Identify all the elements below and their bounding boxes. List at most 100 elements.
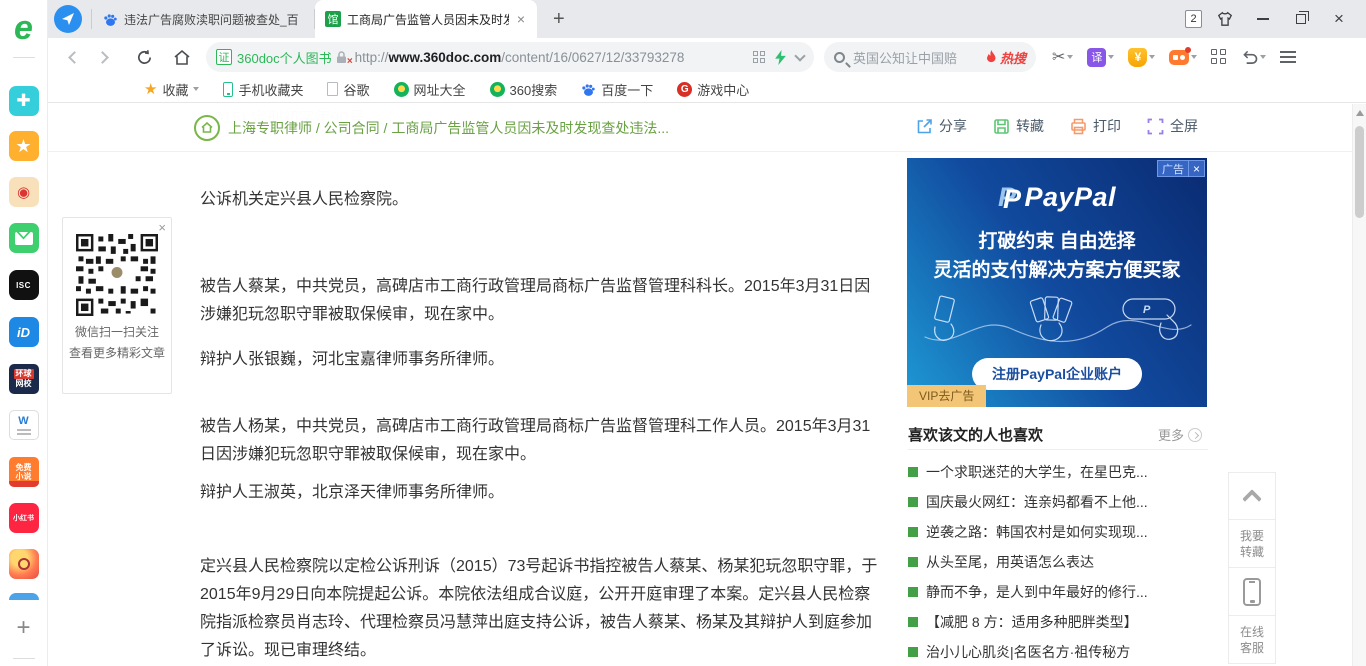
online-service-button[interactable]: 在线 客服 [1228,616,1276,664]
tab-360doc-article[interactable]: 馆 工商局广告监管人员因未及时发 × [315,0,537,38]
bookmark-label: 网址大全 [413,82,466,98]
minimize-button[interactable] [1248,5,1278,33]
scrollbar-thumb[interactable] [1355,126,1364,218]
sidebar-school-icon[interactable]: 环球 网校 [8,364,39,394]
wechat-qr-panel: × 微信扫一扫关注 查看更多精彩文章 [62,217,172,394]
paypal-ad-banner[interactable]: 广告 × P P PayPal 打破约束 自由选择 灵活的支付解决方案方便买家 P … [907,158,1207,407]
tab-baidu-result[interactable]: 违法广告腐败渎职问题被查处_百 [92,0,314,38]
fullscreen-button[interactable]: 全屏 [1147,116,1198,136]
floating-widget: 我要 转藏 在线 客服 [1228,472,1276,664]
related-item[interactable]: 【减肥 8 方：适用多种肥胖类型】 [908,607,1208,637]
refresh-button[interactable] [128,42,160,72]
id-label: iD [17,324,30,340]
ad-close-icon[interactable]: × [1189,162,1204,176]
bookmark-google[interactable]: 谷歌 [327,80,370,99]
related-item[interactable]: 逆袭之路：韩国农村是如何实现现... [908,517,1208,547]
scroll-up-arrow[interactable] [1355,110,1364,116]
ad-label: 广告 [1158,160,1189,177]
lightning-icon[interactable] [775,49,786,65]
theme-shirt-icon[interactable] [1210,5,1240,33]
nav-compass-button[interactable] [54,5,82,33]
sidebar-novel-icon[interactable]: 免费 小说 [8,457,39,487]
restore-button[interactable] [1286,5,1316,33]
save-line1: 我要 [1239,528,1264,543]
related-item[interactable]: 从头至尾，用英语怎么表达 [908,547,1208,577]
wallet-button[interactable]: ¥ [1128,47,1156,67]
related-more-link[interactable]: 更多 [1158,425,1203,444]
screenshot-button[interactable]: ✂ [1052,47,1074,67]
sidebar-partial-icon[interactable] [8,593,39,600]
bookmark-baidu[interactable]: 百度一下 [581,80,653,99]
sidebar-favorites-icon[interactable]: ★ [8,131,39,161]
menu-button[interactable] [1280,51,1297,63]
related-item[interactable]: 一个求职迷茫的大学生，在星巴克... [908,457,1208,487]
sidebar-weibo-icon[interactable]: ◉ [8,177,39,207]
caret-icon [1108,55,1115,59]
print-button[interactable]: 打印 [1070,116,1121,136]
related-item[interactable]: 治小儿心肌炎|名医名方·祖传秘方 [908,637,1208,666]
breadcrumb-home-icon[interactable] [194,114,220,141]
back-to-top-button[interactable] [1228,472,1276,520]
vip-remove-ads-button[interactable]: VIP去广告 [907,385,987,407]
novel-line1: 免费 [15,463,32,472]
breadcrumb-item[interactable]: 公司合同 [312,120,380,136]
url-path: /content/16/0627/12/33793278 [501,49,685,65]
chevron-down-icon[interactable] [794,49,806,62]
article-paragraph: 定兴县人民检察院以定检公诉刑诉（2015）73号起诉书指控被告人蔡某、杨某犯玩忽… [200,558,878,659]
mobile-app-button[interactable] [1228,568,1276,616]
scissors-icon: ✂ [1052,49,1066,66]
close-tab-icon[interactable]: × [515,11,527,27]
bookmark-favorites[interactable]: ★ 收藏 [144,80,200,99]
close-button[interactable]: × [1324,5,1354,33]
sidebar-add-button[interactable]: + [16,615,30,641]
home-button[interactable] [166,42,198,72]
related-item[interactable]: 国庆最火网红：连亲妈都看不上他... [908,487,1208,517]
forward-button[interactable] [88,42,120,72]
save-button[interactable]: 转藏 [993,116,1044,136]
bullet-icon [908,617,918,627]
notification-dot [1185,46,1192,53]
ad-tag: 广告 × [1156,160,1205,177]
bookmark-game-center[interactable]: G 游戏中心 [677,80,749,99]
page-scrollbar[interactable] [1352,104,1366,666]
related-divider [908,449,1208,450]
article-paragraph: 被告人杨某，中共党员，高碑店市工商行政管理局商标广告监督管理科工作人员。2015… [200,418,871,463]
sidebar-isc-icon[interactable]: ISC [8,270,39,300]
breadcrumb-item[interactable]: 工商局广告监管人员因未及时发现查处违法... [380,120,669,136]
gamepad-icon [1169,46,1192,65]
new-tab-button[interactable]: + [547,8,571,31]
360-search-icon [489,81,505,97]
ad-cta-button[interactable]: 注册PayPal企业账户 [972,358,1142,390]
bookmark-label: 收藏 [162,82,189,98]
article-paragraph: 公诉机关定兴县人民检察院。 [200,191,409,208]
sidebar-mail-icon[interactable] [8,223,39,253]
hot-search-link[interactable]: 热搜 [986,48,1026,67]
translate-button[interactable]: 译 [1087,47,1115,67]
back-button[interactable] [56,42,88,72]
save-article-button[interactable]: 我要 转藏 [1228,520,1276,568]
qr-toolbar-icon[interactable] [753,51,765,63]
bookmark-site-nav[interactable]: 网址大全 [393,80,466,99]
bookmark-360-search[interactable]: 360搜索 [489,80,557,99]
games-button[interactable] [1169,46,1198,65]
apps-button[interactable] [1211,49,1227,65]
page-icon [327,82,339,96]
page-actions: 分享 转藏 打印 全屏 [916,116,1198,136]
tab-count-badge[interactable]: 2 [1185,10,1202,28]
url-host: www.360doc.com [388,49,502,65]
sidebar-word-icon[interactable]: W [8,410,39,440]
related-item[interactable]: 静而不争，是人到中年最好的修行... [908,577,1208,607]
undo-button[interactable] [1241,50,1267,65]
sidebar-game-icon[interactable] [8,549,39,579]
window-controls: 2 × [1185,0,1366,38]
share-button[interactable]: 分享 [916,116,967,136]
address-bar[interactable]: 证 360doc个人图书 × http://www.360doc.com/con… [206,42,814,72]
sidebar-id-icon[interactable]: iD [8,317,39,347]
search-box[interactable]: 英国公知让中国赔 热搜 [824,42,1036,72]
sidebar-health-icon[interactable]: ✚ [8,86,39,116]
article-paragraph: 辩护人张银巍，河北宝嘉律师事务所律师。 [200,351,505,368]
sidebar-xiaohongshu-icon[interactable]: 小红书 [8,503,39,533]
breadcrumb-item[interactable]: 上海专职律师 [228,120,312,136]
qr-close-icon[interactable]: × [158,220,166,235]
bookmark-mobile-folder[interactable]: 手机收藏夹 [223,80,303,99]
